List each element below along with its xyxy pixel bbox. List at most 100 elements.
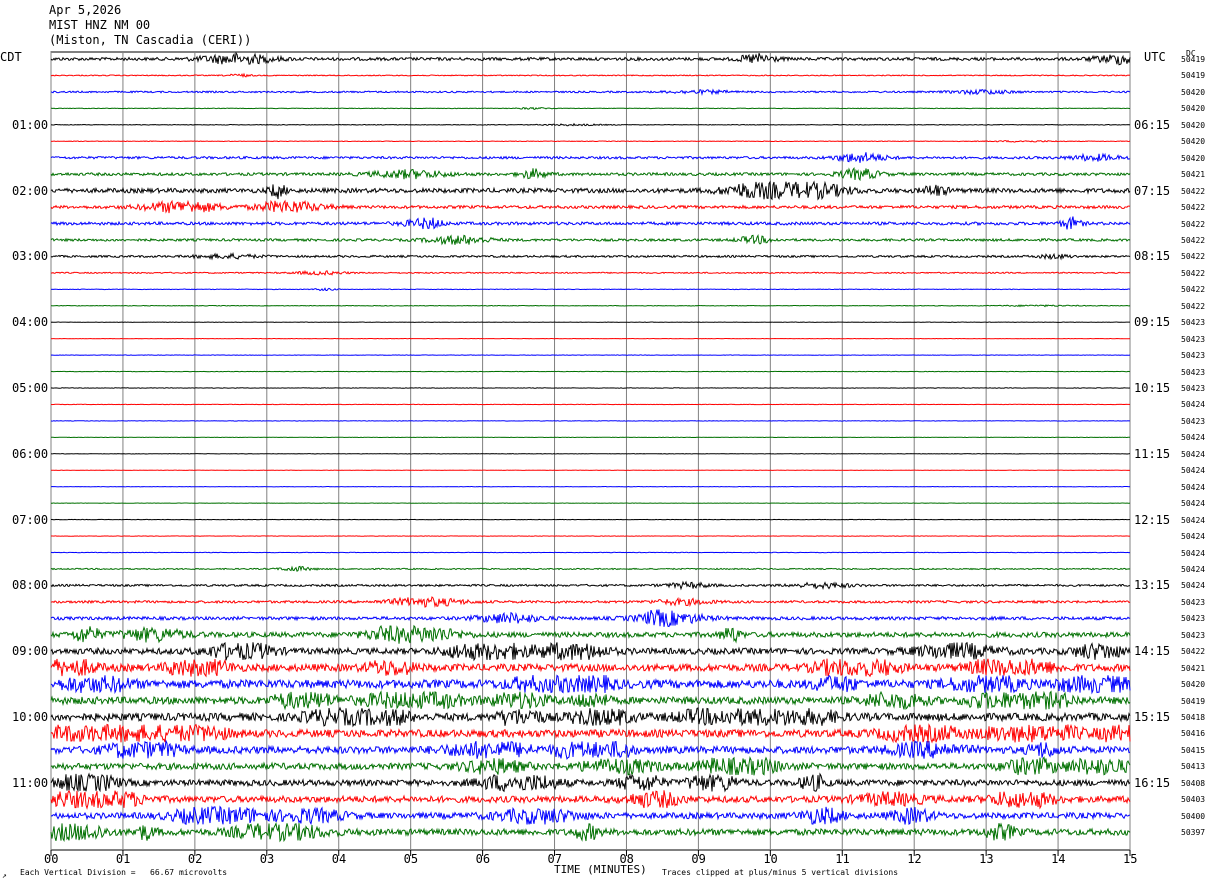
trace-row-40 — [50, 706, 1131, 728]
dc-value: 50424 — [1181, 400, 1206, 410]
x-tick-label: 12 — [907, 852, 922, 866]
trace-row-31 — [50, 565, 1131, 572]
dc-value: 50408 — [1181, 778, 1206, 788]
dc-value: 50422 — [1181, 186, 1206, 196]
dc-value: 50424 — [1181, 564, 1206, 574]
left-hour-label: 11:00 — [12, 775, 49, 790]
right-hour-label: 06:15 — [1134, 117, 1171, 132]
x-tick-label: 02 — [187, 852, 203, 866]
x-tick-label: 06 — [475, 852, 491, 866]
trace-row-4 — [50, 122, 1131, 127]
corner-mark: ↗ — [2, 871, 7, 880]
trace-row-8 — [50, 180, 1131, 201]
x-tick-label: 03 — [259, 852, 275, 866]
dc-value: 50418 — [1181, 713, 1206, 722]
trace-row-14 — [50, 287, 1131, 292]
dc-value: 50424 — [1181, 449, 1206, 459]
trace-row-44 — [50, 772, 1131, 793]
trace-row-7 — [50, 166, 1131, 182]
dc-value: 50415 — [1181, 745, 1206, 755]
dc-value: 50424 — [1181, 499, 1206, 509]
dc-value: 50424 — [1181, 581, 1206, 591]
left-hour-label: 06:00 — [12, 446, 49, 461]
right-hour-label: 16:15 — [1134, 775, 1171, 790]
trace-row-0 — [50, 51, 1131, 66]
x-tick-label: 05 — [403, 852, 419, 866]
dc-value: 50422 — [1181, 268, 1206, 278]
trace-row-10 — [50, 216, 1131, 230]
trace-row-5 — [50, 139, 1131, 143]
dc-value: 50420 — [1181, 153, 1206, 163]
dc-value: 50421 — [1181, 663, 1206, 673]
dc-value: 50423 — [1181, 597, 1206, 607]
dc-value: 50423 — [1181, 630, 1206, 640]
trace-row-33 — [50, 596, 1131, 608]
dc-value: 50421 — [1181, 170, 1206, 180]
left-hour-label: 03:00 — [12, 249, 49, 264]
x-tick-label: 14 — [1051, 852, 1066, 866]
right-hour-label: 15:15 — [1134, 710, 1171, 724]
trace-row-15 — [51, 304, 1131, 308]
right-hour-label: 08:15 — [1134, 249, 1171, 264]
left-hour-label: 09:00 — [12, 644, 49, 659]
left-hour-label: 07:00 — [12, 512, 49, 527]
dc-value: 50423 — [1181, 384, 1206, 393]
x-tick-label: 00 — [44, 852, 59, 866]
x-tick-label: 04 — [331, 852, 347, 866]
dc-value: 50423 — [1181, 614, 1206, 624]
trace-row-32 — [50, 580, 1131, 591]
trace-row-43 — [50, 755, 1131, 777]
dc-value: 50397 — [1181, 828, 1206, 838]
right-hour-label: 09:15 — [1134, 315, 1171, 330]
left-hour-label: 05:00 — [12, 381, 49, 395]
dc-value: 50400 — [1181, 811, 1206, 821]
dc-value: 50419 — [1181, 71, 1206, 81]
dc-value: 50422 — [1181, 203, 1206, 213]
trace-row-2 — [50, 88, 1131, 96]
dc-value: 50423 — [1181, 416, 1206, 426]
dc-value: 50420 — [1181, 87, 1206, 97]
dc-value: 50420 — [1181, 104, 1206, 114]
x-tick-label: 10 — [763, 852, 778, 866]
dc-value: 50422 — [1181, 219, 1206, 229]
dc-value: 50422 — [1181, 235, 1206, 245]
trace-row-1 — [50, 72, 1131, 78]
right-hour-label: 07:15 — [1134, 183, 1171, 198]
trace-row-35 — [50, 624, 1131, 644]
trace-row-13 — [50, 269, 1131, 276]
dc-value: 50416 — [1181, 729, 1206, 739]
x-tick-label: 01 — [115, 852, 131, 866]
right-hour-label: 11:15 — [1134, 446, 1171, 461]
trace-row-38 — [50, 674, 1131, 695]
trace-row-45 — [50, 789, 1131, 810]
x-tick-label: 13 — [979, 852, 994, 866]
dc-value: 50424 — [1181, 482, 1206, 492]
x-tick-label: 15 — [1123, 852, 1138, 866]
dc-value: 50422 — [1181, 647, 1206, 657]
dc-value: 50424 — [1181, 548, 1206, 558]
right-hour-label: 14:15 — [1134, 644, 1171, 659]
dc-value: 50424 — [1181, 532, 1206, 542]
trace-row-42 — [50, 739, 1131, 760]
trace-row-34 — [50, 609, 1131, 628]
x-tick-label: 11 — [835, 852, 850, 866]
dc-value: 50420 — [1181, 120, 1206, 130]
dc-value: 50423 — [1181, 318, 1206, 328]
dc-value: 50420 — [1181, 680, 1206, 690]
x-axis-title: TIME (MINUTES) — [554, 863, 647, 876]
right-hour-label: 10:15 — [1134, 381, 1171, 395]
left-hour-label: 08:00 — [12, 578, 49, 593]
dc-value: 50422 — [1181, 285, 1206, 295]
dc-value: 50422 — [1181, 301, 1206, 311]
dc-value: 50422 — [1181, 252, 1206, 262]
dc-value: 50424 — [1181, 433, 1206, 443]
trace-row-47 — [50, 821, 1131, 843]
seismic-traces — [50, 51, 1131, 843]
dc-value: 50423 — [1181, 351, 1206, 361]
left-hour-label: 01:00 — [12, 117, 49, 132]
dc-value: 50419 — [1181, 55, 1206, 64]
right-hour-label: 12:15 — [1134, 512, 1171, 527]
dc-value: 50424 — [1181, 515, 1206, 525]
trace-row-39 — [50, 690, 1131, 711]
dc-value: 50423 — [1181, 367, 1206, 377]
